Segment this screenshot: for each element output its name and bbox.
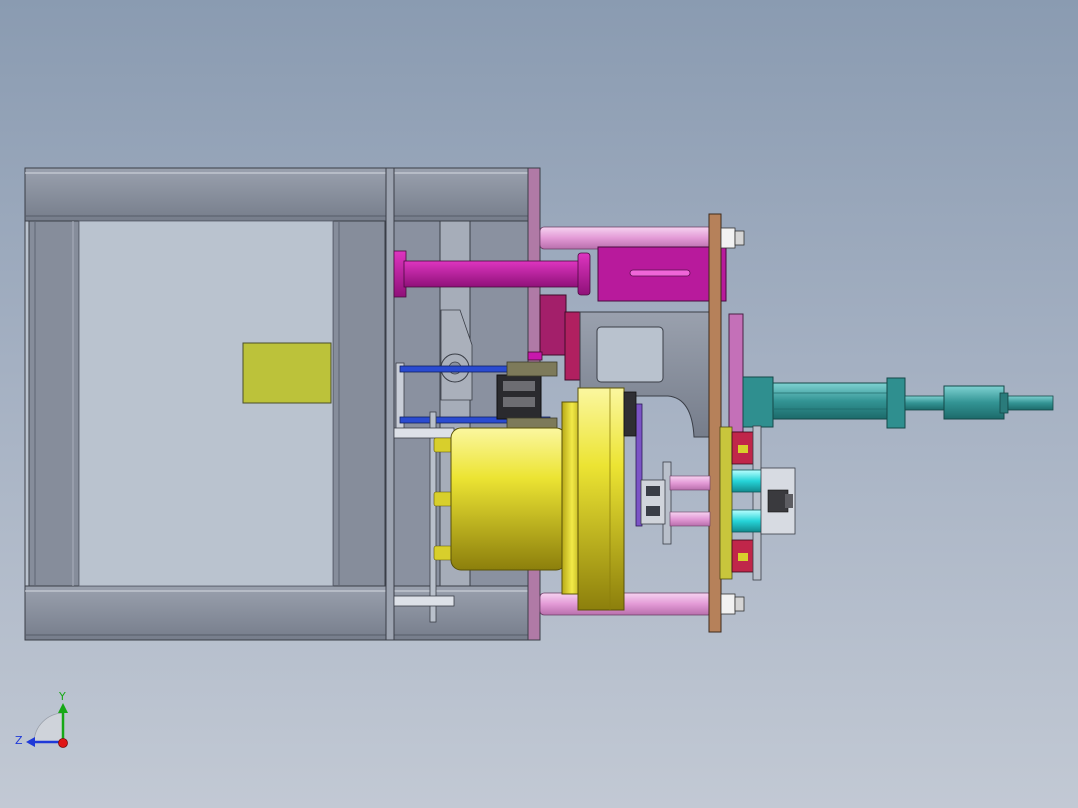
y-axis-label: Y	[58, 690, 66, 703]
frame-bottom-beam[interactable]	[24, 585, 529, 641]
coordinate-triad[interactable]: Y Z	[15, 690, 68, 748]
frame-left-column[interactable]	[28, 220, 80, 587]
frame-upright[interactable]	[385, 167, 395, 641]
frame-middle-column[interactable]	[332, 220, 386, 587]
motor-body[interactable]	[450, 427, 567, 571]
control-box[interactable]	[242, 342, 332, 404]
frame-top-beam[interactable]	[24, 167, 529, 222]
motor-flange-outer[interactable]	[577, 387, 625, 611]
cad-viewport[interactable]: Y Z	[0, 0, 1078, 808]
z-axis-label: Z	[15, 734, 23, 747]
mount-plate[interactable]	[708, 213, 722, 633]
pneumatic-cylinder[interactable]	[742, 376, 1054, 429]
x-axis-dot	[58, 738, 68, 748]
